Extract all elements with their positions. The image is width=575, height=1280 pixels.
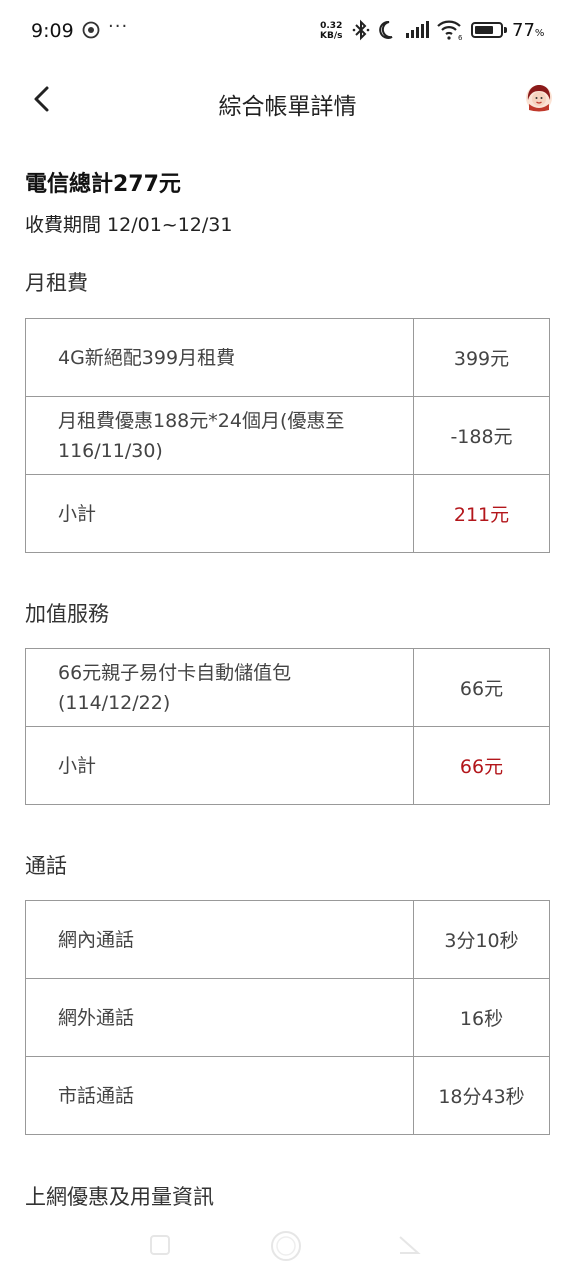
- subtotal-row: 小計 211元: [25, 474, 550, 553]
- item-value: 16秒: [413, 978, 550, 1057]
- item-value: 3分10秒: [413, 900, 550, 979]
- network-speed: 0.32 KB/s: [320, 21, 342, 41]
- section-title-data: 上網優惠及用量資訊: [25, 1185, 214, 1209]
- do-not-disturb-moon-icon: [379, 20, 393, 39]
- section-title-addon: 加值服務: [25, 602, 109, 626]
- subtotal-value: 66元: [413, 726, 550, 805]
- table-row: 網外通話 16秒: [25, 978, 550, 1057]
- table-row: 66元親子易付卡自動儲值包(114/12/22) 66元: [25, 648, 550, 727]
- section-title-monthly: 月租費: [25, 271, 88, 295]
- battery-percent: 77%: [512, 20, 544, 41]
- customer-service-avatar-icon[interactable]: [525, 84, 553, 112]
- item-value: 18分43秒: [413, 1056, 550, 1135]
- table-row: 月租費優惠188元*24個月(優惠至116/11/30) -188元: [25, 396, 550, 475]
- item-name: 網外通話: [25, 978, 414, 1057]
- item-name: 網內通話: [25, 900, 414, 979]
- system-navigation-bar: [0, 1225, 575, 1280]
- more-notifications-icon: ···: [108, 16, 129, 37]
- battery-icon: [471, 22, 503, 38]
- section-title-calls: 通話: [25, 854, 67, 878]
- item-name: 4G新絕配399月租費: [25, 318, 414, 397]
- subtotal-row: 小計 66元: [25, 726, 550, 805]
- table-row: 4G新絕配399月租費 399元: [25, 318, 550, 397]
- status-time: 9:09: [31, 20, 74, 42]
- item-name: 市話通話: [25, 1056, 414, 1135]
- item-value: 66元: [413, 648, 550, 727]
- bluetooth-icon: [352, 19, 370, 41]
- table-row: 網內通話 3分10秒: [25, 900, 550, 979]
- table-row: 市話通話 18分43秒: [25, 1056, 550, 1135]
- battery-value: 77: [512, 20, 535, 41]
- status-bar: 9:09 ··· 0.32 KB/s 6 77%: [0, 0, 575, 64]
- signal-icon: [406, 21, 429, 38]
- network-speed-unit: KB/s: [320, 31, 343, 41]
- item-value: 399元: [413, 318, 550, 397]
- svg-text:6: 6: [458, 34, 463, 41]
- item-name: 66元親子易付卡自動儲值包(114/12/22): [25, 648, 414, 727]
- billing-period: 收費期間 12/01~12/31: [25, 214, 233, 236]
- subtotal-label: 小計: [25, 474, 414, 553]
- recent-apps-icon[interactable]: [148, 1233, 172, 1257]
- network-speed-value: 0.32: [320, 21, 343, 31]
- back-nav-icon[interactable]: [396, 1233, 422, 1257]
- item-name: 月租費優惠188元*24個月(優惠至116/11/30): [25, 396, 414, 475]
- app-bar: 綜合帳單詳情: [0, 70, 575, 130]
- item-value: -188元: [413, 396, 550, 475]
- page-title: 綜合帳單詳情: [218, 94, 357, 120]
- battery-fill: [475, 26, 494, 34]
- battery-tip: [504, 27, 507, 33]
- battery-unit: %: [534, 28, 545, 39]
- subtotal-value: 211元: [413, 474, 550, 553]
- telecom-total: 電信總計277元: [25, 172, 181, 197]
- home-icon[interactable]: [269, 1229, 303, 1263]
- wifi-icon: 6: [437, 20, 463, 41]
- call-usage-table: 網內通話 3分10秒 網外通話 16秒 市話通話 18分43秒: [25, 900, 550, 1135]
- monthly-fee-table: 4G新絕配399月租費 399元 月租費優惠188元*24個月(優惠至116/1…: [25, 318, 550, 553]
- subtotal-label: 小計: [25, 726, 414, 805]
- addon-service-table: 66元親子易付卡自動儲值包(114/12/22) 66元 小計 66元: [25, 648, 550, 805]
- app-notification-icon: [82, 21, 100, 39]
